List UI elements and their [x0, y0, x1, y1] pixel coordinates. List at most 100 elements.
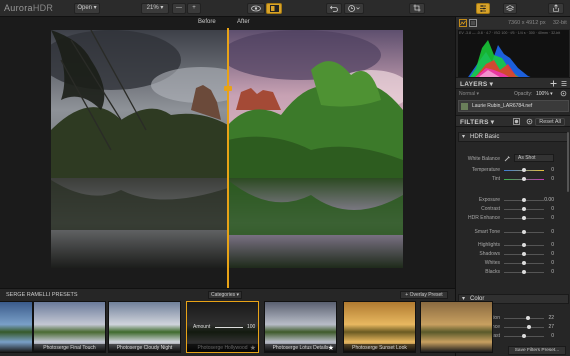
- preset-thumbnail-1[interactable]: Photoserge Final Touch: [33, 301, 106, 353]
- hdr-row-slider-2[interactable]: [504, 198, 544, 202]
- hdr-row-value-2[interactable]: 0.00: [544, 197, 554, 203]
- preset-thumbnail-6[interactable]: [420, 301, 493, 353]
- hdr-row-slider-4[interactable]: [504, 216, 544, 220]
- undo-icon: [329, 5, 338, 12]
- color-row-slider-0[interactable]: [504, 316, 544, 320]
- color-row-value-2[interactable]: 0: [551, 333, 554, 339]
- color-row-value-0[interactable]: 22: [548, 315, 554, 321]
- color-row-value-1[interactable]: 27: [548, 324, 554, 330]
- layer-item[interactable]: Laurie Rubin_LAR6784.nef: [458, 100, 569, 112]
- hdr-row-value-5[interactable]: 0: [551, 229, 554, 235]
- zoom-in-button[interactable]: +: [187, 3, 201, 14]
- hdr-row-knob-3[interactable]: [522, 207, 526, 211]
- filter-settings-icon[interactable]: [526, 118, 533, 125]
- hdr-row-knob-6[interactable]: [522, 243, 526, 247]
- opacity-value[interactable]: 100% ▾: [536, 91, 553, 97]
- hdr-row-value-4[interactable]: 0: [551, 215, 554, 221]
- preset-name-5: Photoserge Sunset Look: [344, 344, 415, 352]
- layers-panel-button[interactable]: [503, 3, 517, 14]
- preview-eye-button[interactable]: [247, 3, 265, 14]
- filters-header[interactable]: FILTERS ▾ Reset All: [456, 115, 570, 127]
- image-bits-text: 32-bit: [553, 20, 567, 26]
- hdr-row-value-3[interactable]: 0: [551, 206, 554, 212]
- hdr-row-slider-5[interactable]: [504, 230, 544, 234]
- hdr-row-knob-5[interactable]: [522, 230, 526, 234]
- hdr-row-knob-1[interactable]: [522, 177, 526, 181]
- hdr-row-knob-7[interactable]: [522, 252, 526, 256]
- compare-split-button[interactable]: [266, 3, 282, 14]
- hdr-row-label-1: Tint: [491, 176, 500, 182]
- hdr-row-knob-0[interactable]: [522, 168, 526, 172]
- crop-button[interactable]: [409, 3, 425, 14]
- preset-thumbnail-2[interactable]: Photoserge Cloudy Night: [108, 301, 181, 353]
- hdr-row-value-7[interactable]: 0: [551, 251, 554, 257]
- layers-title: LAYERS ▾: [460, 81, 494, 88]
- layers-header[interactable]: LAYERS ▾: [456, 77, 570, 89]
- zoom-select[interactable]: 21% ▾: [141, 3, 169, 14]
- export-button[interactable]: [548, 3, 564, 14]
- amount-control[interactable]: Amount 100: [187, 302, 258, 352]
- color-row-slider-1[interactable]: [504, 325, 544, 329]
- blend-mode-select[interactable]: Normal ▾: [459, 91, 479, 97]
- preset-thumbnail-4[interactable]: Photoserge Lotus Details ★: [264, 301, 337, 353]
- reset-all-button[interactable]: Reset All: [535, 118, 565, 126]
- white-balance-label: White Balance: [467, 156, 500, 162]
- color-row-slider-2[interactable]: [504, 334, 544, 338]
- hdr-row-value-0[interactable]: 0: [551, 167, 554, 173]
- compare-split-handle[interactable]: [224, 86, 232, 91]
- preset-thumbnail-5[interactable]: Photoserge Sunset Look: [343, 301, 416, 353]
- hdr-row-value-1[interactable]: 0: [551, 176, 554, 182]
- sidebar-scrollbar[interactable]: [567, 132, 569, 192]
- share-icon: [553, 4, 559, 12]
- undo-button[interactable]: [326, 3, 342, 14]
- add-layer-icon[interactable]: [550, 80, 557, 87]
- color-row-slider-knob-1[interactable]: [527, 325, 532, 329]
- hdr-row-value-8[interactable]: 0: [551, 260, 554, 266]
- compare-split-line[interactable]: [227, 28, 229, 288]
- hdr-row-knob-9[interactable]: [522, 270, 526, 274]
- hdr-row-knob-4[interactable]: [522, 216, 526, 220]
- histogram-toggle-icon[interactable]: [459, 19, 467, 27]
- color-row-slider-knob-2[interactable]: [522, 334, 526, 338]
- amount-label: Amount: [193, 324, 211, 330]
- categories-select[interactable]: Categories ▾: [208, 291, 242, 299]
- hdr-row-label-7: Shadows: [479, 251, 500, 257]
- color-row-slider-knob-0[interactable]: [526, 316, 531, 320]
- info-toggle-icon[interactable]: [469, 19, 477, 27]
- hdr-row-slider-6[interactable]: [504, 243, 544, 247]
- hdr-row-slider-1[interactable]: [504, 177, 544, 181]
- hdr-row-knob-8[interactable]: [522, 261, 526, 265]
- eyedropper-icon[interactable]: [504, 155, 511, 162]
- top-toolbar: AuroraHDR Open ▾ 21% ▾ — +: [0, 0, 570, 17]
- eye-icon: [251, 5, 261, 12]
- zoom-out-button[interactable]: —: [172, 3, 186, 14]
- preset-thumbnail-3[interactable]: Photoserge Hollywood★Amount100: [186, 301, 259, 353]
- hdr-row-slider-9[interactable]: [504, 270, 544, 274]
- opacity-label: Opacity:: [514, 91, 533, 97]
- aurora-hdr-window: AuroraHDR Open ▾ 21% ▾ — + Before After …: [0, 0, 570, 356]
- hdr-row-slider-0[interactable]: [504, 168, 544, 172]
- amount-slider[interactable]: [215, 327, 243, 328]
- hdr-row-value-6[interactable]: 0: [551, 242, 554, 248]
- hdr-row-slider-8[interactable]: [504, 261, 544, 265]
- open-button[interactable]: Open ▾: [74, 3, 100, 14]
- preset-thumbnail-0[interactable]: [0, 301, 33, 353]
- hdr-row-value-9[interactable]: 0: [551, 269, 554, 275]
- preset-strip: SERGE RAMELLI PRESETS Categories ▾ + Ove…: [0, 288, 493, 356]
- amount-value[interactable]: 100: [247, 324, 255, 330]
- white-balance-select[interactable]: As Shot: [514, 154, 554, 162]
- hdr-basic-header[interactable]: ▾ HDR Basic: [458, 132, 569, 142]
- save-filters-preset-button[interactable]: Save Filters Preset...: [508, 346, 566, 355]
- layer-settings-icon[interactable]: [560, 90, 567, 97]
- layer-menu-icon[interactable]: [561, 80, 567, 87]
- filters-panel-button[interactable]: [476, 3, 490, 14]
- mask-icon[interactable]: [513, 118, 520, 125]
- overlay-preset-button[interactable]: + Overlay Preset: [400, 291, 448, 299]
- hdr-basic-title: HDR Basic: [470, 134, 500, 140]
- hdr-row-slider-3[interactable]: [504, 207, 544, 211]
- hdr-basic-collapse-icon[interactable]: ▾: [462, 133, 465, 140]
- hdr-row-slider-7[interactable]: [504, 252, 544, 256]
- history-button[interactable]: [344, 3, 364, 14]
- hdr-row-knob-2[interactable]: [522, 198, 526, 202]
- favorite-star-icon[interactable]: ★: [328, 344, 334, 352]
